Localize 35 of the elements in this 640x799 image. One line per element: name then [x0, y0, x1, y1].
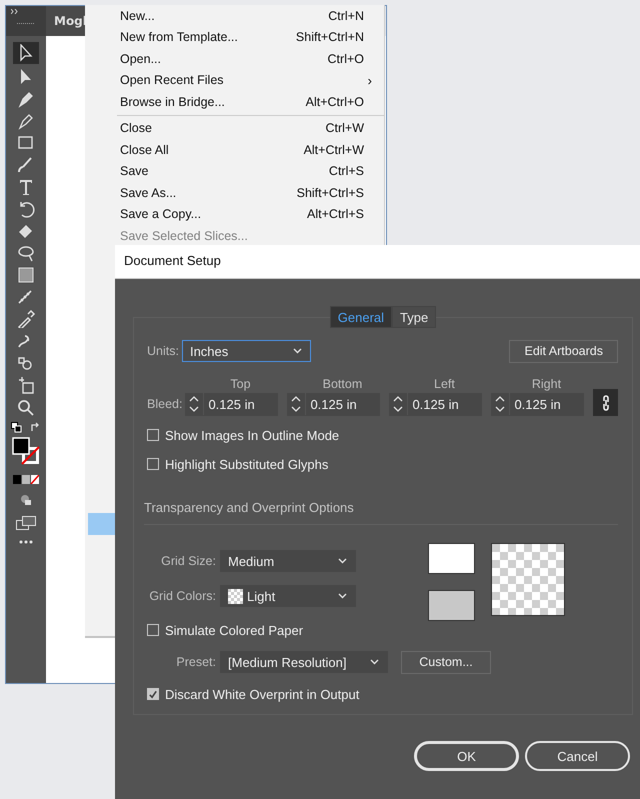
menu-item[interactable]: Open Recent Files › — [85, 70, 384, 91]
edit-artboards-button[interactable]: Edit Artboards — [509, 340, 618, 362]
tab[interactable]: Type — [392, 306, 436, 328]
bleed-header: Right — [530, 377, 562, 391]
bleed-header: Top — [229, 377, 252, 391]
dialog-title: Document Setup — [115, 245, 640, 279]
units-label: Units: — [147, 344, 179, 358]
menu-item[interactable]: Close Ctrl+W — [85, 118, 384, 139]
menu-item[interactable]: Close All Alt+Ctrl+W — [85, 139, 384, 160]
custom-button[interactable]: Custom... — [401, 650, 491, 674]
menu-item[interactable]: Save a Copy... Alt+Ctrl+S — [85, 204, 384, 225]
checkbox-label: Simulate Colored Paper — [165, 622, 304, 638]
checkbox-label: Discard White Overprint in Output — [165, 686, 360, 702]
ok-button[interactable]: OK — [414, 741, 519, 771]
cancel-button[interactable]: Cancel — [525, 741, 630, 771]
section-title: Transparency and Overprint Options — [144, 500, 355, 516]
checkbox-label: Show Images In Outline Mode — [165, 428, 340, 442]
menu-item[interactable]: New... Ctrl+N — [85, 5, 384, 26]
menu-item[interactable]: New from Template... Shift+Ctrl+N — [85, 26, 384, 48]
preset-label: Preset: — [175, 655, 216, 669]
menu-item[interactable]: Save Ctrl+S — [85, 160, 384, 182]
menu-item[interactable]: Save As... Shift+Ctrl+S — [85, 182, 384, 204]
menu-item[interactable]: Browse in Bridge... Alt+Ctrl+O — [85, 91, 384, 112]
preset-dropdown[interactable]: [Medium Resolution] — [220, 651, 388, 673]
menu-item[interactable]: Open... Ctrl+O — [85, 48, 384, 70]
units-dropdown[interactable]: Inches — [182, 340, 311, 362]
grid-colors-dropdown[interactable]: Light — [220, 585, 356, 607]
grid-colors-label: Grid Colors: — [148, 589, 216, 603]
bleed-header: Bottom — [322, 377, 364, 391]
grid-size-dropdown[interactable]: Medium — [220, 550, 356, 572]
grid-size-label: Grid Size: — [160, 554, 216, 568]
bleed-header: Left — [433, 377, 456, 391]
bleed-label: Bleed: — [147, 396, 182, 413]
tab[interactable]: General — [330, 306, 392, 328]
checkbox-label: Highlight Substituted Glyphs — [165, 456, 328, 472]
